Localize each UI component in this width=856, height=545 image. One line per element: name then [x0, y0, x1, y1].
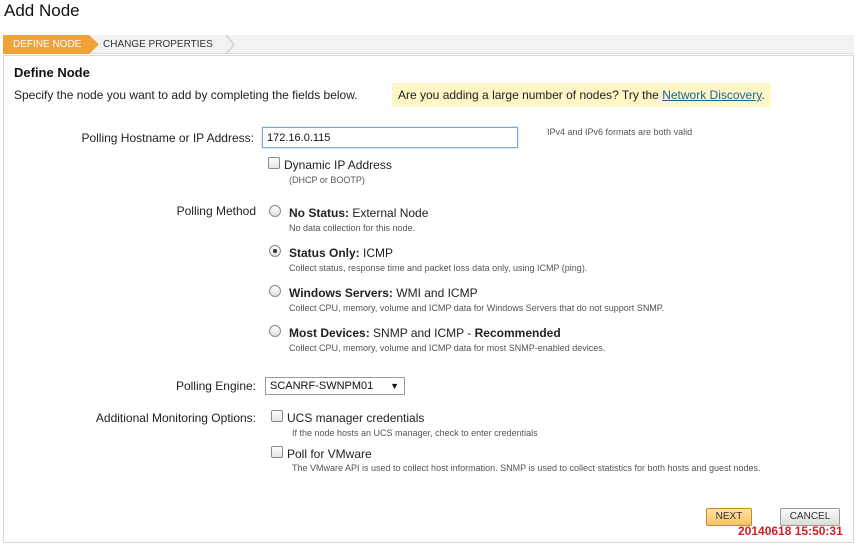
option-title-rest: External Node: [349, 206, 429, 220]
radio-status-only[interactable]: [269, 245, 281, 257]
page-title: Add Node: [4, 1, 80, 20]
dynamic-ip-checkbox[interactable]: [268, 157, 280, 169]
option-windows-servers-desc: Collect CPU, memory, volume and ICMP dat…: [289, 303, 665, 313]
discovery-hint: Are you adding a large number of nodes? …: [392, 83, 771, 107]
additional-options-label: Additional Monitoring Options:: [95, 411, 256, 425]
dynamic-ip-label: Dynamic IP Address: [284, 158, 392, 172]
wizard-steps: DEFINE NODE CHANGE PROPERTIES: [3, 35, 854, 54]
option-no-status-desc: No data collection for this node.: [289, 223, 416, 233]
dynamic-ip-note: (DHCP or BOOTP): [289, 175, 365, 185]
radio-windows-servers[interactable]: [269, 285, 281, 297]
wizard-step-label: CHANGE PROPERTIES: [103, 39, 213, 50]
network-discovery-link[interactable]: Network Discovery: [662, 88, 761, 102]
option-status-only-desc: Collect status, response time and packet…: [289, 263, 588, 273]
option-most-devices-desc: Collect CPU, memory, volume and ICMP dat…: [289, 343, 606, 353]
hint-text: Are you adding a large number of nodes? …: [398, 88, 659, 102]
polling-method-label: Polling Method: [176, 204, 256, 218]
option-windows-servers-title: Windows Servers: WMI and ICMP: [289, 286, 478, 300]
ip-format-note: IPv4 and IPv6 formats are both valid: [547, 127, 693, 137]
chevron-right-icon: [225, 35, 235, 54]
option-title-rest: WMI and ICMP: [392, 286, 478, 300]
hint-suffix: .: [761, 88, 765, 102]
wizard-step-define-node: DEFINE NODE: [3, 35, 99, 54]
option-title-rest: ICMP: [359, 246, 394, 260]
polling-engine-select[interactable]: SCANRF-SWNPM01 ▼: [265, 377, 405, 395]
option-title-bold: Windows Servers:: [289, 286, 393, 300]
option-most-devices-title: Most Devices: SNMP and ICMP - Recommende…: [289, 326, 561, 340]
radio-no-status[interactable]: [269, 205, 281, 217]
ucs-credentials-checkbox[interactable]: [271, 410, 283, 422]
option-title-bold: Status Only:: [289, 246, 360, 260]
section-intro: Specify the node you want to add by comp…: [14, 88, 358, 102]
timestamp-overlay: 20140618 15:50:31: [738, 524, 843, 538]
radio-most-devices[interactable]: [269, 325, 281, 337]
hostname-input[interactable]: [262, 127, 518, 148]
ucs-credentials-note: If the node hosts an UCS manager, check …: [292, 428, 538, 438]
poll-vmware-label: Poll for VMware: [287, 447, 372, 461]
poll-vmware-note: The VMware API is used to collect host i…: [292, 463, 761, 473]
hostname-label: Polling Hostname or IP Address:: [81, 131, 254, 145]
recommended-label: Recommended: [474, 326, 561, 340]
option-title-bold: No Status:: [289, 206, 349, 220]
dropdown-arrow-icon: ▼: [390, 381, 399, 391]
polling-engine-value: SCANRF-SWNPM01: [270, 380, 374, 392]
wizard-step-change-properties: CHANGE PROPERTIES: [93, 35, 235, 54]
polling-engine-label: Polling Engine:: [175, 379, 256, 393]
option-no-status-title: No Status: External Node: [289, 206, 428, 220]
option-status-only-title: Status Only: ICMP: [289, 246, 393, 260]
ucs-credentials-label: UCS manager credentials: [287, 411, 425, 425]
poll-vmware-checkbox[interactable]: [271, 446, 283, 458]
option-title-bold: Most Devices:: [289, 326, 370, 340]
section-title: Define Node: [14, 65, 90, 80]
option-title-rest: SNMP and ICMP -: [369, 326, 475, 340]
